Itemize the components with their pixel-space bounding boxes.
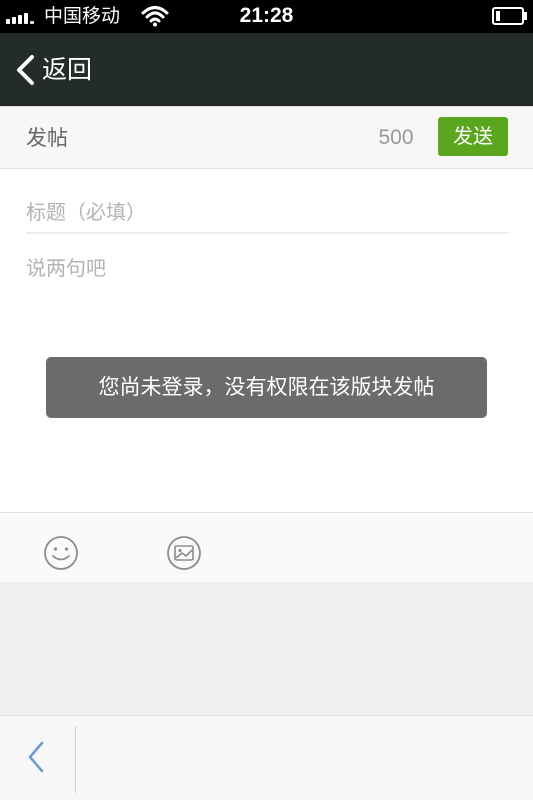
title-input[interactable] xyxy=(26,192,508,234)
status-time: 21:28 xyxy=(239,4,294,27)
attachment-panel xyxy=(0,582,533,715)
browser-bottom-bar xyxy=(0,715,533,800)
navigation-bar: 返回 xyxy=(0,33,533,106)
back-arrow-icon[interactable] xyxy=(24,739,48,775)
battery-icon xyxy=(492,7,527,25)
emoji-icon[interactable] xyxy=(43,535,79,571)
status-bar: 中国移动 21:28 xyxy=(0,0,533,33)
back-label: 返回 xyxy=(42,55,93,84)
char-count: 500 xyxy=(378,126,414,149)
toast-message: 您尚未登录，没有权限在该版块发帖 xyxy=(46,357,487,418)
divider xyxy=(75,726,76,793)
back-button[interactable]: 返回 xyxy=(14,49,114,91)
post-title-label: 发帖 xyxy=(26,126,68,150)
send-button[interactable]: 发送 xyxy=(438,117,508,156)
chevron-left-icon xyxy=(17,55,34,85)
compose-toolbar xyxy=(0,512,533,582)
image-icon[interactable] xyxy=(166,535,202,571)
